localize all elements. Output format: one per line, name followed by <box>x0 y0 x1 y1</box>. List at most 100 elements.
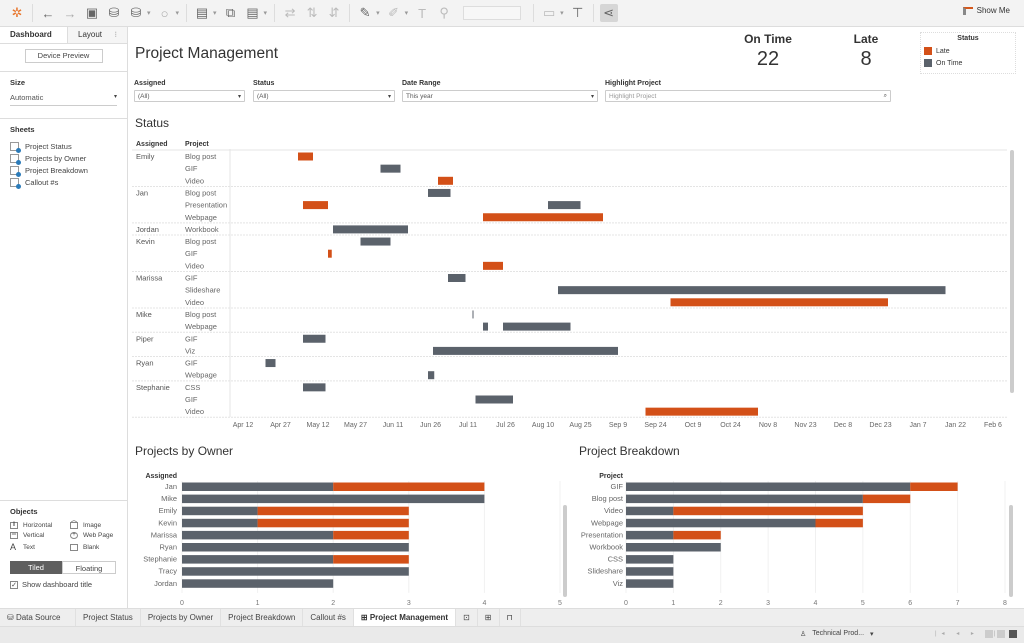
stacked-bar-segment[interactable] <box>626 543 721 552</box>
stacked-bar-segment[interactable] <box>673 531 720 540</box>
gantt-bar[interactable] <box>333 225 408 233</box>
tab-layout[interactable]: Layout⁝ <box>68 27 127 43</box>
stacked-bar-segment[interactable] <box>333 483 484 492</box>
sheet-sorter-icon[interactable] <box>985 630 993 638</box>
gantt-bar[interactable] <box>428 371 434 379</box>
fit-select[interactable] <box>463 6 521 20</box>
object-text[interactable]: AText <box>10 542 70 552</box>
stacked-bar-segment[interactable] <box>182 543 409 552</box>
breakdown-scrollbar[interactable] <box>1009 505 1013 597</box>
gantt-bar[interactable] <box>303 335 326 343</box>
stacked-bar-segment[interactable] <box>258 507 409 516</box>
dropdown-icon[interactable]: ▾ <box>176 9 180 17</box>
user-menu[interactable]: ♙Technical Prod...▾ <box>800 630 874 638</box>
stacked-bar-segment[interactable] <box>182 579 333 588</box>
sheet-tab-active[interactable]: ⊞ Project Management <box>354 609 456 627</box>
tabs-view-icon[interactable] <box>1009 630 1017 638</box>
gantt-bar[interactable] <box>303 383 326 391</box>
gantt-bar[interactable] <box>483 262 503 270</box>
highlight-icon[interactable]: ✎ <box>356 4 374 22</box>
stacked-bar-segment[interactable] <box>626 495 863 504</box>
dropdown-icon[interactable]: ▾ <box>405 9 409 17</box>
pause-icon[interactable]: ⛁ <box>127 4 145 22</box>
sheet-tab[interactable]: Project Status <box>76 609 141 627</box>
sheet-item[interactable]: Projects by Owner <box>10 152 117 164</box>
new-dashboard-tab-icon[interactable]: ⊞ <box>478 609 500 627</box>
stacked-bar-segment[interactable] <box>626 531 673 540</box>
gantt-bar[interactable] <box>646 408 759 416</box>
forward-icon[interactable]: → <box>61 4 79 22</box>
tiled-button[interactable]: Tiled <box>10 561 62 574</box>
gantt-scrollbar[interactable] <box>1010 150 1014 393</box>
stacked-bar-segment[interactable] <box>182 555 333 564</box>
pin-icon[interactable]: ⚲ <box>435 4 453 22</box>
stacked-bar-segment[interactable] <box>333 531 409 540</box>
dropdown-icon[interactable]: ▾ <box>147 9 151 17</box>
sheet-tab[interactable]: Project Breakdown <box>221 609 303 627</box>
gantt-bar[interactable] <box>483 323 488 331</box>
clear-icon[interactable]: ▤ <box>244 4 262 22</box>
stacked-bar-segment[interactable] <box>333 555 409 564</box>
stacked-bar-segment[interactable] <box>673 507 863 516</box>
gantt-bar[interactable] <box>671 298 889 306</box>
label-icon[interactable]: T <box>413 4 431 22</box>
gantt-bar[interactable] <box>303 201 328 209</box>
sort-asc-icon[interactable]: ⇅ <box>303 4 321 22</box>
tab-dashboard[interactable]: Dashboard <box>0 27 68 43</box>
gantt-bar[interactable] <box>266 359 276 367</box>
new-worksheet-tab-icon[interactable]: ⊡ <box>456 609 478 627</box>
new-story-tab-icon[interactable]: ⊓ <box>500 609 521 627</box>
sheet-item[interactable]: Project Breakdown <box>10 164 117 176</box>
stacked-bar-segment[interactable] <box>182 507 258 516</box>
gantt-bar[interactable] <box>433 347 618 355</box>
object-horizontal[interactable]: ‖Horizontal <box>10 522 70 529</box>
card-icon[interactable]: ▭ <box>540 4 558 22</box>
object-web-page[interactable]: +Web Page <box>70 532 130 539</box>
dropdown-icon[interactable]: ▾ <box>264 9 268 17</box>
owner-scrollbar[interactable] <box>563 505 567 597</box>
refresh-icon[interactable]: ○ <box>156 4 174 22</box>
stacked-bar-segment[interactable] <box>626 483 910 492</box>
stacked-bar-segment[interactable] <box>626 579 673 588</box>
duplicate-icon[interactable]: ⧉ <box>222 4 240 22</box>
sheet-item[interactable]: Callout #s <box>10 176 117 188</box>
stacked-bar-segment[interactable] <box>258 519 409 528</box>
share-icon[interactable]: ⋖ <box>600 4 618 22</box>
tab-data-source[interactable]: ⛁ Data Source <box>0 609 76 627</box>
dropdown-icon[interactable]: ▾ <box>376 9 380 17</box>
device-preview-button[interactable]: Device Preview <box>25 49 103 63</box>
tableau-logo-icon[interactable]: ✲ <box>8 4 26 22</box>
dropdown-icon[interactable]: ▾ <box>213 9 217 17</box>
floating-button[interactable]: Floating <box>62 561 116 574</box>
show-me-button[interactable]: Show Me <box>963 6 1010 15</box>
gantt-bar[interactable] <box>476 396 514 404</box>
gantt-bar[interactable] <box>473 310 474 318</box>
presentation-icon[interactable]: ⊤ <box>569 4 587 22</box>
gantt-bar[interactable] <box>361 238 391 246</box>
stacked-bar-segment[interactable] <box>910 483 957 492</box>
new-datasource-icon[interactable]: ⛁ <box>105 4 123 22</box>
back-icon[interactable]: ← <box>39 4 57 22</box>
gantt-bar[interactable] <box>328 250 332 258</box>
stacked-bar-segment[interactable] <box>182 567 409 576</box>
stacked-bar-segment[interactable] <box>626 555 673 564</box>
object-blank[interactable]: Blank <box>70 542 130 552</box>
swap-icon[interactable]: ⇄ <box>281 4 299 22</box>
dropdown-icon[interactable]: ▾ <box>560 9 564 17</box>
save-icon[interactable]: ▣ <box>83 4 101 22</box>
gantt-bar[interactable] <box>558 286 946 294</box>
gantt-bar[interactable] <box>298 153 313 161</box>
gantt-bar[interactable] <box>483 213 603 221</box>
stacked-bar-segment[interactable] <box>182 531 333 540</box>
stacked-bar-segment[interactable] <box>182 483 333 492</box>
sort-desc-icon[interactable]: ⇵ <box>325 4 343 22</box>
sheet-item[interactable]: Project Status <box>10 140 117 152</box>
stacked-bar-segment[interactable] <box>626 567 673 576</box>
stacked-bar-segment[interactable] <box>626 519 816 528</box>
sheet-tab[interactable]: Projects by Owner <box>141 609 221 627</box>
size-select[interactable]: Automatic▾ <box>10 93 117 106</box>
show-title-checkbox[interactable]: ✓ <box>10 581 18 589</box>
gantt-bar[interactable] <box>548 201 581 209</box>
object-vertical[interactable]: ═Vertical <box>10 532 70 539</box>
annotate-icon[interactable]: ✐ <box>385 4 403 22</box>
